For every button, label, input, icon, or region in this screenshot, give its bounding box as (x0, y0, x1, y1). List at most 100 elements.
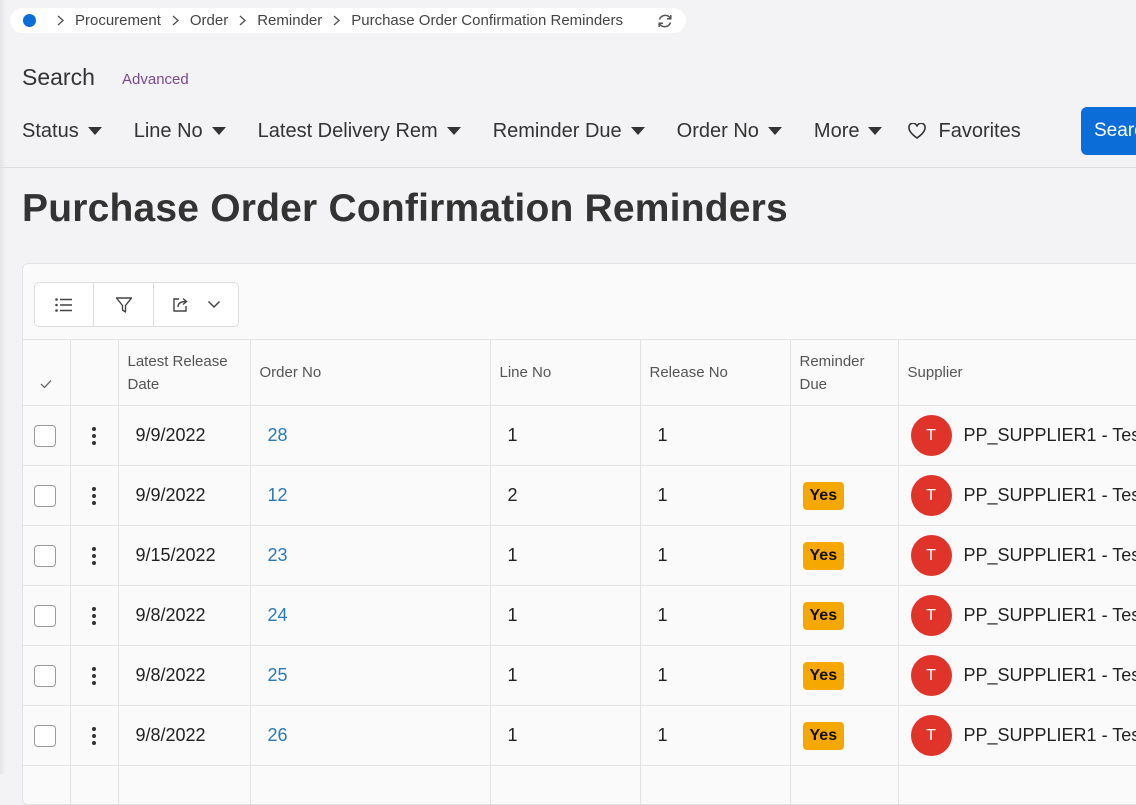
caret-down-icon (631, 127, 645, 135)
filter-label: Status (22, 120, 79, 143)
cell-line-no: 2 (491, 485, 640, 506)
select-all-header[interactable] (23, 340, 70, 406)
cell-order-no-link[interactable]: 28 (251, 425, 490, 446)
chevron-right-icon (56, 15, 65, 26)
search-title: Search (22, 64, 95, 91)
table-row[interactable] (23, 766, 1136, 805)
cell-order-no-link[interactable]: 23 (251, 545, 490, 566)
cell-line-no: 1 (491, 665, 640, 686)
filter-label: Line No (134, 120, 203, 143)
caret-down-icon (447, 127, 461, 135)
column-header-line-no[interactable]: Line No (490, 340, 640, 406)
caret-down-icon (88, 127, 102, 135)
reminder-due-badge: Yes (803, 602, 845, 630)
cell-latest-release-date: 9/8/2022 (119, 605, 250, 626)
filter-latest-delivery-rem[interactable]: Latest Delivery Rem (258, 120, 461, 143)
filter-more[interactable]: More (814, 120, 883, 143)
cell-latest-release-date: 9/9/2022 (119, 485, 250, 506)
advanced-search-link[interactable]: Advanced (122, 71, 189, 88)
cell-release-no: 1 (641, 665, 790, 686)
avatar: T (911, 595, 952, 636)
breadcrumb-item-current: Purchase Order Confirmation Reminders (351, 12, 623, 29)
list-icon (54, 297, 74, 313)
reminders-table: Latest Release Date Order No Line No Rel… (23, 339, 1136, 805)
column-chooser-button[interactable] (35, 283, 94, 326)
row-checkbox[interactable] (34, 665, 56, 687)
actions-header (70, 340, 118, 406)
favorites-label: Favorites (938, 120, 1020, 143)
column-header-supplier[interactable]: Supplier (898, 340, 1136, 406)
check-icon (40, 379, 52, 389)
chevron-right-icon (171, 15, 180, 26)
table-row[interactable]: 9/8/2022 24 1 1 Yes TPP_SUPPLIER1 - Test (23, 586, 1136, 646)
cell-order-no-link[interactable]: 26 (251, 725, 490, 746)
caret-down-icon (868, 127, 882, 135)
cell-latest-release-date: 9/8/2022 (119, 665, 250, 686)
breadcrumb-item-procurement[interactable]: Procurement (75, 12, 161, 29)
filter-status[interactable]: Status (22, 120, 102, 143)
cell-order-no-link[interactable]: 25 (251, 665, 490, 686)
avatar: T (911, 475, 952, 516)
cell-line-no: 1 (491, 725, 640, 746)
kebab-menu-icon[interactable] (71, 607, 118, 625)
table-row[interactable]: 9/9/2022 28 1 1 TPP_SUPPLIER1 - Test (23, 406, 1136, 466)
filter-label: Order No (677, 120, 759, 143)
table-row[interactable]: 9/15/2022 23 1 1 Yes TPP_SUPPLIER1 - Tes… (23, 526, 1136, 586)
breadcrumb-item-order[interactable]: Order (190, 12, 228, 29)
row-checkbox[interactable] (34, 485, 56, 507)
cell-supplier: PP_SUPPLIER1 - Test (964, 485, 1136, 506)
favorites-button[interactable]: Favorites (908, 120, 1020, 143)
cell-order-no-link[interactable]: 24 (251, 605, 490, 626)
chevron-down-icon (207, 300, 221, 309)
kebab-menu-icon[interactable] (71, 427, 118, 445)
cell-supplier: PP_SUPPLIER1 - Test (964, 425, 1136, 446)
cell-release-no: 1 (641, 545, 790, 566)
filter-label: Reminder Due (493, 120, 622, 143)
row-checkbox[interactable] (34, 425, 56, 447)
column-header-latest-release-date[interactable]: Latest Release Date (118, 340, 250, 406)
cell-line-no: 1 (491, 545, 640, 566)
cell-latest-release-date: 9/15/2022 (119, 545, 250, 566)
kebab-menu-icon[interactable] (71, 487, 118, 505)
heart-icon (908, 123, 926, 140)
filter-line-no[interactable]: Line No (134, 120, 226, 143)
breadcrumb-item-reminder[interactable]: Reminder (257, 12, 322, 29)
row-checkbox[interactable] (34, 605, 56, 627)
kebab-menu-icon[interactable] (71, 667, 118, 685)
chevron-right-icon (238, 15, 247, 26)
column-header-reminder-due[interactable]: Reminder Due (790, 340, 898, 406)
row-checkbox[interactable] (34, 545, 56, 567)
cell-line-no: 1 (491, 605, 640, 626)
table-row[interactable]: 9/8/2022 25 1 1 Yes TPP_SUPPLIER1 - Test (23, 646, 1136, 706)
home-dot-icon[interactable] (23, 14, 36, 27)
filter-button[interactable] (94, 283, 154, 326)
cell-order-no-link[interactable]: 12 (251, 485, 490, 506)
chevron-right-icon (332, 15, 341, 26)
table-row[interactable]: 9/8/2022 26 1 1 Yes TPP_SUPPLIER1 - Test (23, 706, 1136, 766)
table-row[interactable]: 9/9/2022 12 2 1 Yes TPP_SUPPLIER1 - Test (23, 466, 1136, 526)
table-header-row: Latest Release Date Order No Line No Rel… (23, 340, 1136, 406)
cell-latest-release-date: 9/8/2022 (119, 725, 250, 746)
reminder-due-badge: Yes (803, 662, 845, 690)
column-header-order-no[interactable]: Order No (250, 340, 490, 406)
avatar: T (911, 655, 952, 696)
export-icon (172, 296, 189, 313)
kebab-menu-icon[interactable] (71, 727, 118, 745)
cell-release-no: 1 (641, 605, 790, 626)
search-filters: Status Line No Latest Delivery Rem Remin… (22, 117, 1021, 145)
breadcrumb: Procurement Order Reminder Purchase Orde… (10, 8, 686, 33)
table-toolbar (34, 282, 239, 327)
search-button[interactable]: Search (1081, 107, 1136, 155)
caret-down-icon (768, 127, 782, 135)
page-title: Purchase Order Confirmation Reminders (22, 187, 788, 231)
kebab-menu-icon[interactable] (71, 547, 118, 565)
export-button[interactable] (154, 283, 238, 326)
filter-order-no[interactable]: Order No (677, 120, 782, 143)
column-header-release-no[interactable]: Release No (640, 340, 790, 406)
row-checkbox[interactable] (34, 725, 56, 747)
avatar: T (911, 715, 952, 756)
filter-reminder-due[interactable]: Reminder Due (493, 120, 645, 143)
reminder-due-badge: Yes (803, 482, 845, 510)
cell-latest-release-date: 9/9/2022 (119, 425, 250, 446)
refresh-icon[interactable] (656, 12, 674, 30)
